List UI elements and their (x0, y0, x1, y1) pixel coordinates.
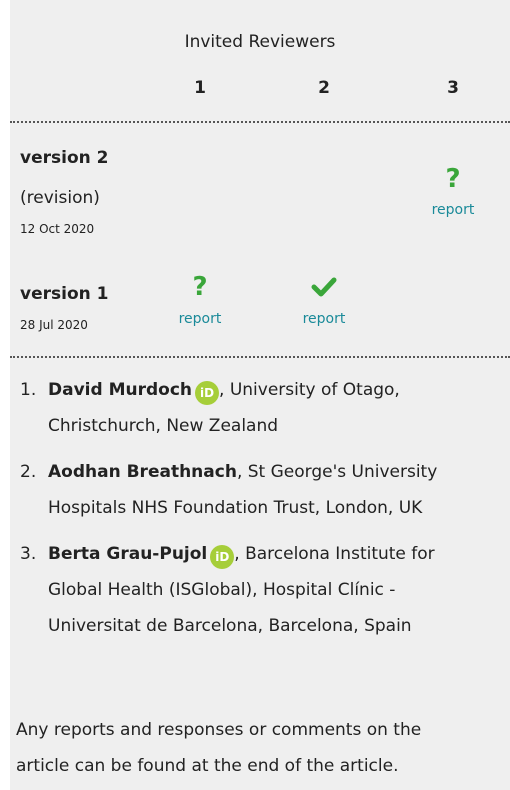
version-2-reviewer-3-report-link[interactable]: report (423, 202, 483, 218)
orcid-icon[interactable]: iD (210, 545, 235, 569)
version-1-reviewer-1-report-link[interactable]: report (170, 311, 230, 327)
version-2-date: 12 Oct 2020 (20, 222, 95, 236)
reviewer-item: 3. Berta Grau-Pujol iD, Barcelona Institu… (20, 536, 500, 644)
reviewer-number: 3. (20, 544, 37, 564)
reviewer-affiliation-cont: Universitat de Barcelona, Barcelona, Spa… (48, 616, 412, 636)
table-divider (10, 356, 510, 358)
invited-reviewers-heading: Invited Reviewers (184, 32, 336, 52)
reviewer-name: Aodhan Breathnach (48, 462, 237, 482)
reviewer-affiliation: , St George's University (236, 462, 438, 482)
reviewer-item: 1. David Murdoch iD, University of Otago,… (20, 372, 500, 444)
reviewer-column-3: 3 (447, 78, 459, 98)
svg-text:?: ? (445, 164, 460, 192)
reviewer-number: 1. (20, 380, 37, 400)
reviewer-name: Berta Grau-Pujol (48, 544, 208, 564)
version-1-date: 28 Jul 2020 (20, 318, 88, 332)
reviewer-affiliation-cont: Christchurch, New Zealand (48, 416, 279, 436)
footer-note: Any reports and responses or comments on… (16, 712, 501, 784)
svg-text:?: ? (192, 272, 207, 300)
reviewer-affiliation: , Barcelona Institute for (234, 544, 435, 564)
reviewer-number: 2. (20, 462, 37, 482)
version-1-reviewer-2-report-link[interactable]: report (294, 311, 354, 327)
orcid-icon[interactable]: iD (195, 381, 220, 405)
footer-note-line-2: article can be found at the end of the a… (16, 756, 399, 776)
version-2-revision-note: (revision) (20, 188, 100, 208)
reviewer-name: David Murdoch (48, 380, 193, 400)
reviewer-item: 2. Aodhan Breathnach, St George's Univer… (20, 454, 500, 526)
version-1-label[interactable]: version 1 (20, 284, 108, 304)
reviewer-list: 1. David Murdoch iD, University of Otago,… (20, 372, 500, 654)
check-mark-icon (304, 272, 344, 302)
question-mark-icon: ? (180, 270, 220, 302)
reviewer-affiliation-cont: Global Health (ISGlobal), Hospital Clíni… (48, 580, 396, 600)
header-divider (10, 121, 510, 123)
reviewer-affiliation: , University of Otago, (219, 380, 400, 400)
reviewer-column-2: 2 (318, 78, 330, 98)
reviewer-column-1: 1 (194, 78, 206, 98)
footer-note-line-1: Any reports and responses or comments on… (16, 720, 422, 740)
reviewer-affiliation-cont: Hospitals NHS Foundation Trust, London, … (48, 498, 423, 518)
version-2-label[interactable]: version 2 (20, 148, 108, 168)
question-mark-icon: ? (433, 162, 473, 194)
